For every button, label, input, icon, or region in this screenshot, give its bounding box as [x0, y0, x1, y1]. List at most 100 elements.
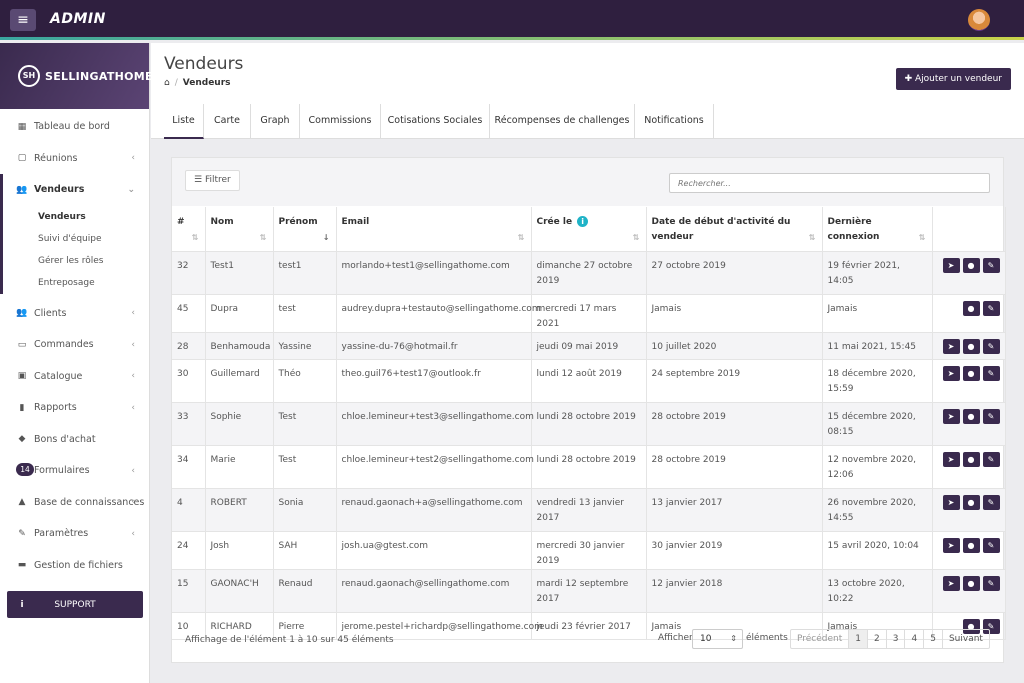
- table-row[interactable]: 45 Dupra test audrey.dupra+testauto@selling…: [172, 294, 1006, 333]
- table-row[interactable]: 33 Sophie Test chloe.lemineur+test3@selling…: [172, 402, 1006, 446]
- users-icon: 👥: [16, 308, 28, 319]
- pager-next[interactable]: Suivant: [943, 630, 989, 648]
- cell-id: 28: [172, 332, 206, 360]
- table-row[interactable]: 4 ROBERT Sonia renaud.gaonach+a@sellingatho…: [172, 488, 1006, 532]
- column-header-cree-le[interactable]: Crée le i ⇅: [531, 207, 647, 252]
- column-header-debut-activite[interactable]: Date de début d'activité du vendeur ⇅: [646, 207, 823, 252]
- edit-button[interactable]: ✎: [982, 365, 1000, 381]
- sidebar-item-formulaires[interactable]: 14 Formulaires ‹: [0, 455, 149, 487]
- profile-button[interactable]: ●: [962, 257, 980, 273]
- sidebar-item-label: Rapports: [34, 402, 77, 414]
- sidebar-item-gestion-fichiers[interactable]: ▬ Gestion de fichiers: [0, 550, 149, 582]
- edit-button[interactable]: ✎: [982, 257, 1000, 273]
- column-header-email[interactable]: Email ⇅: [336, 207, 532, 252]
- profile-button[interactable]: ●: [962, 338, 980, 354]
- search-input[interactable]: [669, 173, 990, 193]
- sidebar-item-rapports[interactable]: ▮ Rapports ‹: [0, 392, 149, 424]
- column-header-nom[interactable]: Nom ⇅: [205, 207, 274, 252]
- sidebar-subitem-entreposage[interactable]: Entreposage: [3, 272, 149, 294]
- locate-button[interactable]: ➤: [942, 365, 960, 381]
- locate-button[interactable]: ➤: [942, 408, 960, 424]
- profile-button[interactable]: ●: [962, 537, 980, 553]
- filter-button[interactable]: ☰ Filtrer: [185, 170, 240, 191]
- sidebar-item-bons-achat[interactable]: ◆ Bons d'achat: [0, 424, 149, 456]
- tab-carte[interactable]: Carte: [204, 104, 251, 139]
- add-seller-button[interactable]: ✚ Ajouter un vendeur: [895, 68, 1011, 90]
- edit-button[interactable]: ✎: [982, 408, 1000, 424]
- column-header-prenom[interactable]: Prénom ↓: [273, 207, 337, 252]
- locate-button[interactable]: ➤: [942, 575, 960, 591]
- tab-notifications[interactable]: Notifications: [635, 104, 714, 139]
- table-row[interactable]: 24 Josh SAH josh.ua@gtest.com mercredi 30 ja…: [172, 531, 1006, 570]
- hamburger-icon[interactable]: ≡: [10, 9, 36, 31]
- edit-button[interactable]: ✎: [982, 494, 1000, 510]
- cell-nom: GAONAC'H: [205, 569, 274, 613]
- column-header-derniere-connexion[interactable]: Dernière connexion ⇅: [822, 207, 933, 252]
- sidebar-item-reunions[interactable]: ▢ Réunions ‹: [0, 143, 149, 175]
- tab-cotisations-sociales[interactable]: Cotisations Sociales: [381, 104, 490, 139]
- sidebar-item-tableau-de-bord[interactable]: ▦ Tableau de bord: [0, 111, 149, 143]
- sidebar-item-catalogue[interactable]: ▣ Catalogue ‹: [0, 361, 149, 393]
- sidebar-item-clients[interactable]: 👥 Clients ‹: [0, 298, 149, 330]
- profile-button[interactable]: ●: [962, 575, 980, 591]
- page-size-select[interactable]: 10 ⇕: [692, 629, 743, 649]
- tab-recompenses-challenges[interactable]: Récompenses de challenges: [490, 104, 635, 139]
- table-row[interactable]: 32 Test1 test1 morlando+test1@sellingathome…: [172, 251, 1006, 295]
- tab-liste[interactable]: Liste: [164, 104, 204, 139]
- info-icon: i: [20, 599, 24, 610]
- edit-button[interactable]: ✎: [982, 338, 1000, 354]
- support-label: SUPPORT: [54, 599, 96, 610]
- cell-prenom: Renaud: [273, 569, 337, 613]
- sidebar-item-parametres[interactable]: ✎ Paramètres ‹: [0, 518, 149, 550]
- pager-page-2[interactable]: 2: [868, 630, 887, 648]
- sidebar-subitem-gerer-roles[interactable]: Gérer les rôles: [3, 250, 149, 272]
- column-header-id[interactable]: # ⇅: [172, 207, 206, 252]
- profile-button[interactable]: ●: [962, 300, 980, 316]
- locate-button[interactable]: ➤: [942, 338, 960, 354]
- sidebar-item-commandes[interactable]: ▭ Commandes ‹: [0, 329, 149, 361]
- locate-button[interactable]: ➤: [942, 451, 960, 467]
- cell-nom: Josh: [205, 531, 274, 570]
- accent-strip: [0, 37, 1024, 40]
- pager-page-5[interactable]: 5: [924, 630, 943, 648]
- pager-page-1[interactable]: 1: [849, 630, 869, 648]
- locate-button[interactable]: ➤: [942, 494, 960, 510]
- edit-button[interactable]: ✎: [982, 537, 1000, 553]
- table-row[interactable]: 30 Guillemard Théo theo.guil76+test17@outlo…: [172, 359, 1006, 403]
- cell-email: audrey.dupra+testauto@sellingathome.com: [336, 294, 541, 333]
- edit-button[interactable]: ✎: [982, 575, 1000, 591]
- tab-graph[interactable]: Graph: [251, 104, 300, 139]
- sidebar-subitem-suivi-equipe[interactable]: Suivi d'équipe: [3, 228, 149, 250]
- filter-label: Filtrer: [204, 175, 231, 185]
- calendar-icon: ▢: [17, 153, 27, 164]
- tab-commissions[interactable]: Commissions: [300, 104, 381, 139]
- table-row[interactable]: 15 GAONAC'H Renaud renaud.gaonach@sellingat…: [172, 569, 1006, 613]
- cell-email: chloe.lemineur+test2@sellingathome.com: [336, 445, 534, 489]
- chevron-down-icon: ⌄: [127, 184, 135, 195]
- cell-actions: ➤ ● ✎: [932, 251, 1006, 295]
- profile-button[interactable]: ●: [962, 408, 980, 424]
- breadcrumb: ⌂ / Vendeurs: [164, 78, 231, 88]
- pager-page-4[interactable]: 4: [905, 630, 925, 648]
- page-header: Vendeurs ⌂ / Vendeurs ✚ Ajouter un vendeur: [151, 43, 1024, 104]
- edit-button[interactable]: ✎: [982, 451, 1000, 467]
- home-icon[interactable]: ⌂: [164, 78, 170, 88]
- table-row[interactable]: 28 Benhamouda Yassine yassine-du-76@hotmail…: [172, 332, 1006, 360]
- pager-page-3[interactable]: 3: [887, 630, 906, 648]
- sidebar-subitem-vendeurs[interactable]: Vendeurs: [3, 206, 149, 228]
- pager-previous[interactable]: Précédent: [791, 630, 850, 648]
- profile-button[interactable]: ●: [962, 451, 980, 467]
- profile-button[interactable]: ●: [962, 494, 980, 510]
- table-row[interactable]: 34 Marie Test chloe.lemineur+test2@sellinga…: [172, 445, 1006, 489]
- locate-button[interactable]: ➤: [942, 257, 960, 273]
- sidebar-item-vendeurs[interactable]: 👥 Vendeurs ⌄: [0, 174, 149, 206]
- info-icon[interactable]: i: [577, 216, 589, 227]
- locate-button[interactable]: ➤: [942, 537, 960, 553]
- user-avatar[interactable]: [968, 9, 990, 31]
- support-button[interactable]: i SUPPORT: [7, 591, 143, 618]
- sidebar-item-base-connaissances[interactable]: ▲ Base de connaissances ‹: [0, 487, 149, 519]
- cell-cree: mercredi 30 janvier 2019: [531, 531, 647, 570]
- profile-button[interactable]: ●: [962, 365, 980, 381]
- edit-button[interactable]: ✎: [982, 300, 1000, 316]
- logo[interactable]: SH SELLINGATHOME: [0, 43, 153, 109]
